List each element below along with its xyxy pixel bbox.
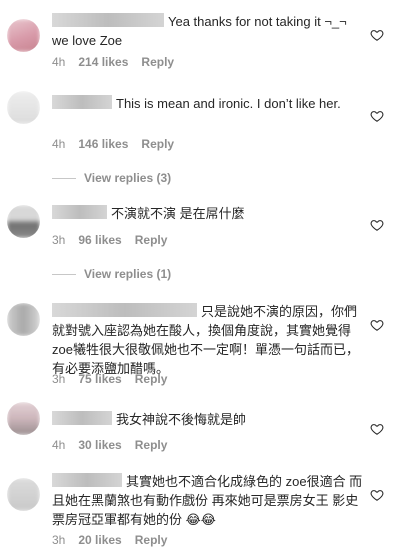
comment-time: 4h (52, 438, 66, 452)
comment-meta: 3h 75 likes Reply (52, 372, 180, 386)
divider-line (52, 274, 76, 276)
comment-likes[interactable]: 96 likes (78, 233, 121, 247)
comment-meta: 4h 146 likes Reply (52, 137, 187, 151)
view-replies-button[interactable]: View replies (1) (52, 267, 171, 281)
comment-body: This is mean and ironic. I don’t like he… (52, 94, 364, 113)
comment-body: Yea thanks for not taking it ¬_¬ we love… (52, 12, 364, 50)
reply-button[interactable]: Reply (135, 438, 168, 452)
username[interactable] (52, 303, 197, 317)
heart-outline-icon[interactable] (370, 218, 384, 232)
comment-likes[interactable]: 20 likes (78, 533, 121, 547)
view-replies-label: View replies (3) (84, 171, 172, 185)
comment-likes[interactable]: 146 likes (78, 137, 128, 151)
comment-time: 3h (52, 372, 66, 386)
heart-outline-icon[interactable] (370, 109, 384, 123)
comment-meta: 3h 20 likes Reply (52, 533, 180, 547)
heart-outline-icon[interactable] (370, 28, 384, 42)
username[interactable] (52, 205, 107, 219)
comment-meta: 4h 214 likes Reply (52, 55, 187, 69)
comments-list: Yea thanks for not taking it ¬_¬ we love… (0, 0, 405, 550)
comment-text: 我女神說不後悔就是帥 (116, 412, 247, 427)
comment-time: 4h (52, 137, 66, 151)
username[interactable] (52, 473, 122, 487)
avatar[interactable] (7, 19, 40, 52)
avatar[interactable] (7, 303, 40, 336)
comment-time: 3h (52, 533, 66, 547)
comment-body: 其實她也不適合化成綠色的 zoe很適合 而且她在黑蘭煞也有動作戲份 再來她可是票… (52, 472, 364, 529)
comment-time: 4h (52, 55, 66, 69)
avatar[interactable] (7, 402, 40, 435)
reply-button[interactable]: Reply (141, 55, 174, 69)
reply-button[interactable]: Reply (141, 137, 174, 151)
reply-button[interactable]: Reply (135, 372, 168, 386)
avatar[interactable] (7, 478, 40, 511)
reply-button[interactable]: Reply (135, 233, 168, 247)
comment-meta: 4h 30 likes Reply (52, 438, 180, 452)
heart-outline-icon[interactable] (370, 318, 384, 332)
username[interactable] (52, 95, 112, 109)
view-replies-label: View replies (1) (84, 267, 172, 281)
comment-body: 我女神說不後悔就是帥 (52, 410, 364, 429)
comment-likes[interactable]: 30 likes (78, 438, 121, 452)
view-replies-button[interactable]: View replies (3) (52, 171, 171, 185)
comment-text: 不演就不演 是在屌什麼 (111, 206, 245, 221)
comment-likes[interactable]: 214 likes (78, 55, 128, 69)
comment-body: 不演就不演 是在屌什麼 (52, 204, 364, 223)
reply-button[interactable]: Reply (135, 533, 168, 547)
divider-line (52, 178, 76, 180)
avatar[interactable] (7, 91, 40, 124)
avatar[interactable] (7, 205, 40, 238)
comment-body: 只是說她不演的原因，你們就對號入座認為她在酸人，換個角度說，其實她覺得zoe犧牲… (52, 302, 364, 378)
comment-likes[interactable]: 75 likes (78, 372, 121, 386)
comment-text: This is mean and ironic. I don’t like he… (116, 96, 341, 111)
username[interactable] (52, 13, 164, 27)
comment-meta: 3h 96 likes Reply (52, 233, 180, 247)
heart-outline-icon[interactable] (370, 422, 384, 436)
comment-time: 3h (52, 233, 66, 247)
username[interactable] (52, 411, 112, 425)
heart-outline-icon[interactable] (370, 488, 384, 502)
